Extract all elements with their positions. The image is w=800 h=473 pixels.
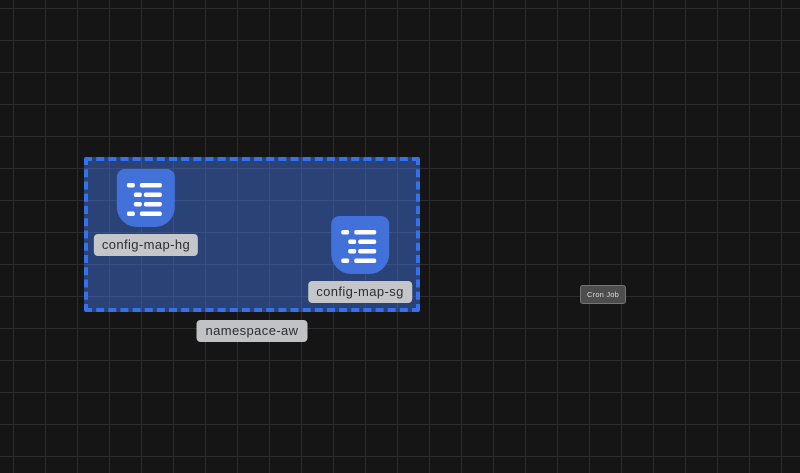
node-config-map-hg[interactable]: config-map-hg <box>94 169 198 256</box>
node-config-map-sg[interactable]: config-map-sg <box>308 216 412 303</box>
diagram-canvas[interactable]: config-map-hg config-map-sg namespace-aw… <box>0 0 800 473</box>
node-label-config-map-sg: config-map-sg <box>308 281 412 303</box>
namespace-label[interactable]: namespace-aw <box>197 320 308 342</box>
node-label-config-map-hg: config-map-hg <box>94 234 198 256</box>
config-map-icon <box>331 216 389 274</box>
config-map-icon <box>117 169 175 227</box>
cron-job-chip[interactable]: Cron Job <box>580 285 626 304</box>
